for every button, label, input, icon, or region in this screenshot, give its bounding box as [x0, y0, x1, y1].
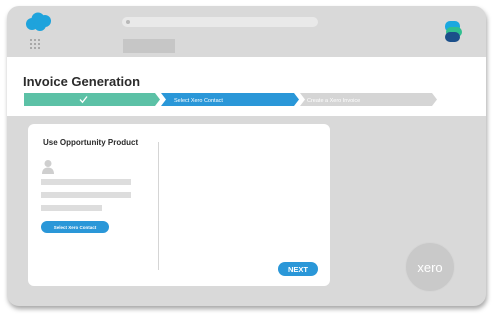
invoice-card: Use Opportunity Product Select Xero Cont… [28, 124, 330, 286]
step-select-contact-label: Select Xero Contact [174, 98, 223, 104]
browser-frame: Invoice Generation Select Xero Contact C… [7, 6, 486, 306]
step-complete[interactable] [24, 93, 160, 106]
placeholder-line [41, 179, 131, 185]
card-title: Use Opportunity Product [43, 138, 139, 147]
select-xero-contact-button[interactable]: Select Xero Contact [41, 221, 109, 233]
layers-app-icon[interactable] [443, 20, 465, 44]
placeholder-line [41, 192, 131, 198]
page-title: Invoice Generation [23, 74, 141, 89]
placeholder-line [41, 205, 102, 211]
page-header: Invoice Generation Select Xero Contact C… [7, 57, 486, 116]
xero-logo: xero [405, 242, 455, 292]
nav-tab-placeholder[interactable] [123, 39, 175, 53]
app-launcher-grid-icon[interactable] [30, 39, 40, 49]
next-button[interactable]: NEXT [278, 262, 318, 276]
global-search-input[interactable] [122, 17, 318, 27]
search-icon [126, 20, 130, 24]
salesforce-cloud-icon[interactable] [24, 12, 54, 32]
step-create-invoice[interactable]: Create a Xero Invoice [300, 93, 437, 106]
step-select-contact[interactable]: Select Xero Contact [161, 93, 299, 106]
card-divider [158, 142, 159, 270]
progress-stepper: Select Xero Contact Create a Xero Invoic… [24, 93, 437, 106]
person-icon [42, 160, 54, 174]
step-create-invoice-label: Create a Xero Invoice [307, 98, 360, 104]
